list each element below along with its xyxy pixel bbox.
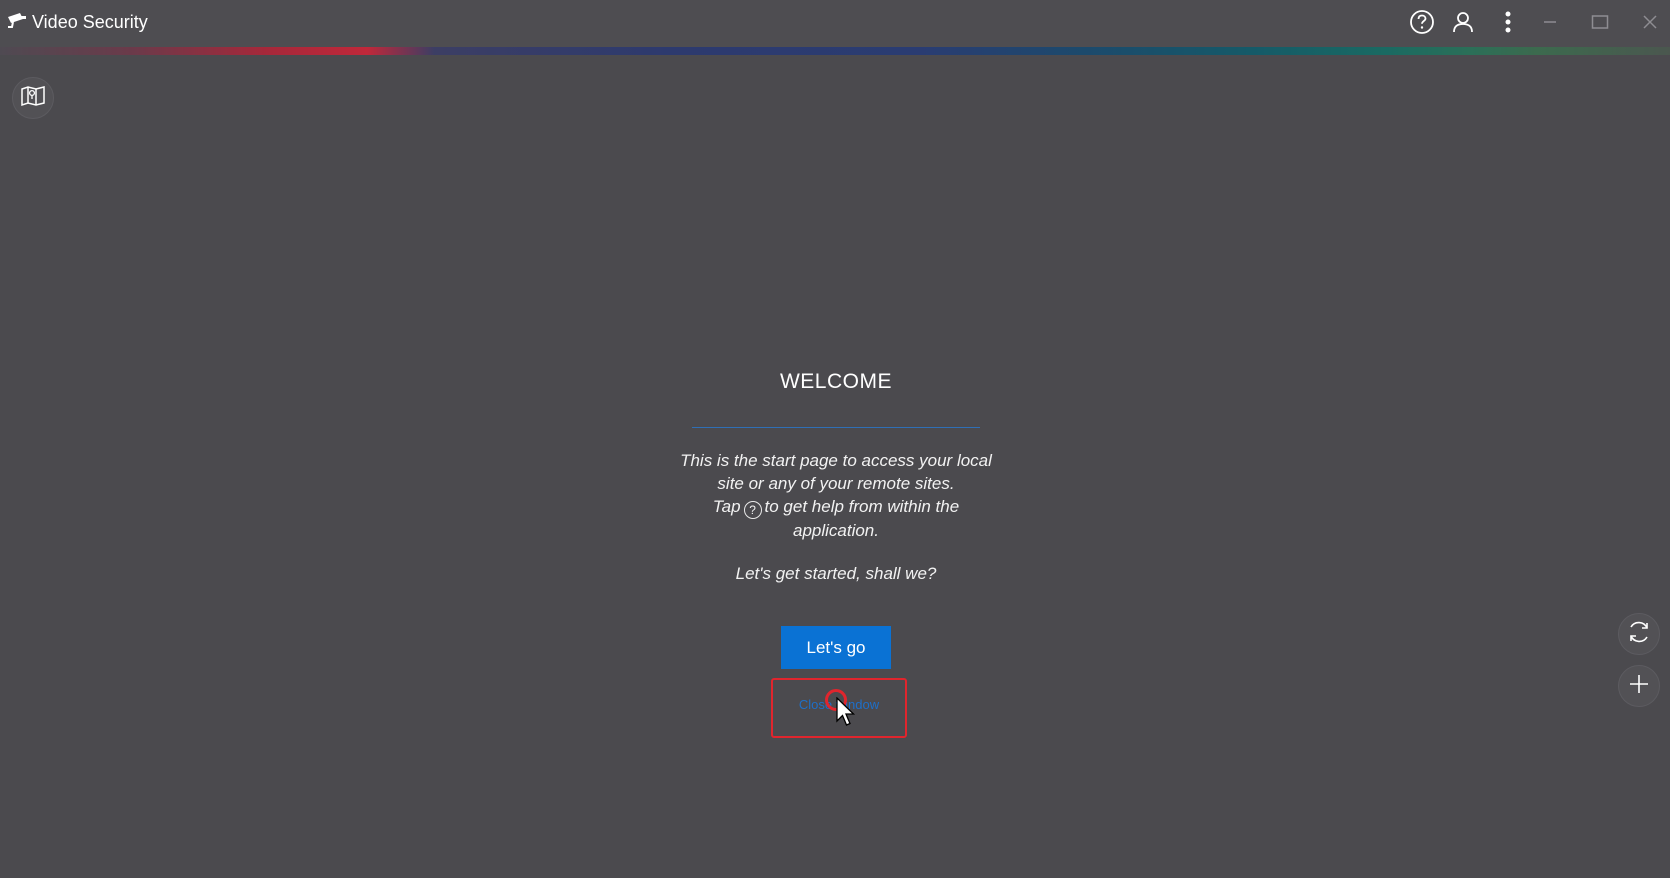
welcome-line-4: application. — [792, 521, 879, 540]
refresh-icon — [1626, 619, 1652, 650]
add-button[interactable] — [1618, 665, 1660, 707]
welcome-line-3-post: to get help from within the — [764, 497, 960, 516]
add-icon — [1628, 673, 1650, 700]
map-button[interactable] — [12, 77, 54, 119]
welcome-description: This is the start page to access your lo… — [636, 449, 1036, 542]
brand-color-stripe — [0, 47, 1670, 55]
more-vert-icon[interactable] — [1494, 8, 1522, 36]
title-bar: Video Security — [0, 0, 1670, 47]
minimize-icon[interactable] — [1536, 8, 1564, 36]
mouse-cursor-icon — [836, 696, 856, 732]
welcome-title: WELCOME — [779, 370, 892, 393]
welcome-line-3: Tap? to get help from within the — [636, 495, 1036, 519]
app-window: Video Security WELCOME This is the start… — [0, 0, 1670, 878]
help-inline-icon: ? — [743, 501, 762, 519]
refresh-button[interactable] — [1618, 613, 1660, 655]
lets-go-button[interactable]: Let's go — [781, 626, 891, 669]
map-icon — [20, 85, 46, 112]
welcome-line-1: This is the start page to access your lo… — [680, 451, 992, 470]
user-icon[interactable] — [1449, 8, 1477, 36]
app-title: Video Security — [32, 12, 148, 32]
close-icon[interactable] — [1636, 8, 1664, 36]
welcome-line-2: site or any of your remote sites. — [717, 474, 955, 493]
camera-icon — [6, 11, 28, 31]
welcome-line-3-pre: Tap — [712, 497, 741, 516]
maximize-icon[interactable] — [1586, 8, 1614, 36]
welcome-divider — [692, 427, 980, 428]
get-started-text: Let's get started, shall we? — [735, 564, 937, 583]
help-icon[interactable] — [1408, 8, 1436, 36]
